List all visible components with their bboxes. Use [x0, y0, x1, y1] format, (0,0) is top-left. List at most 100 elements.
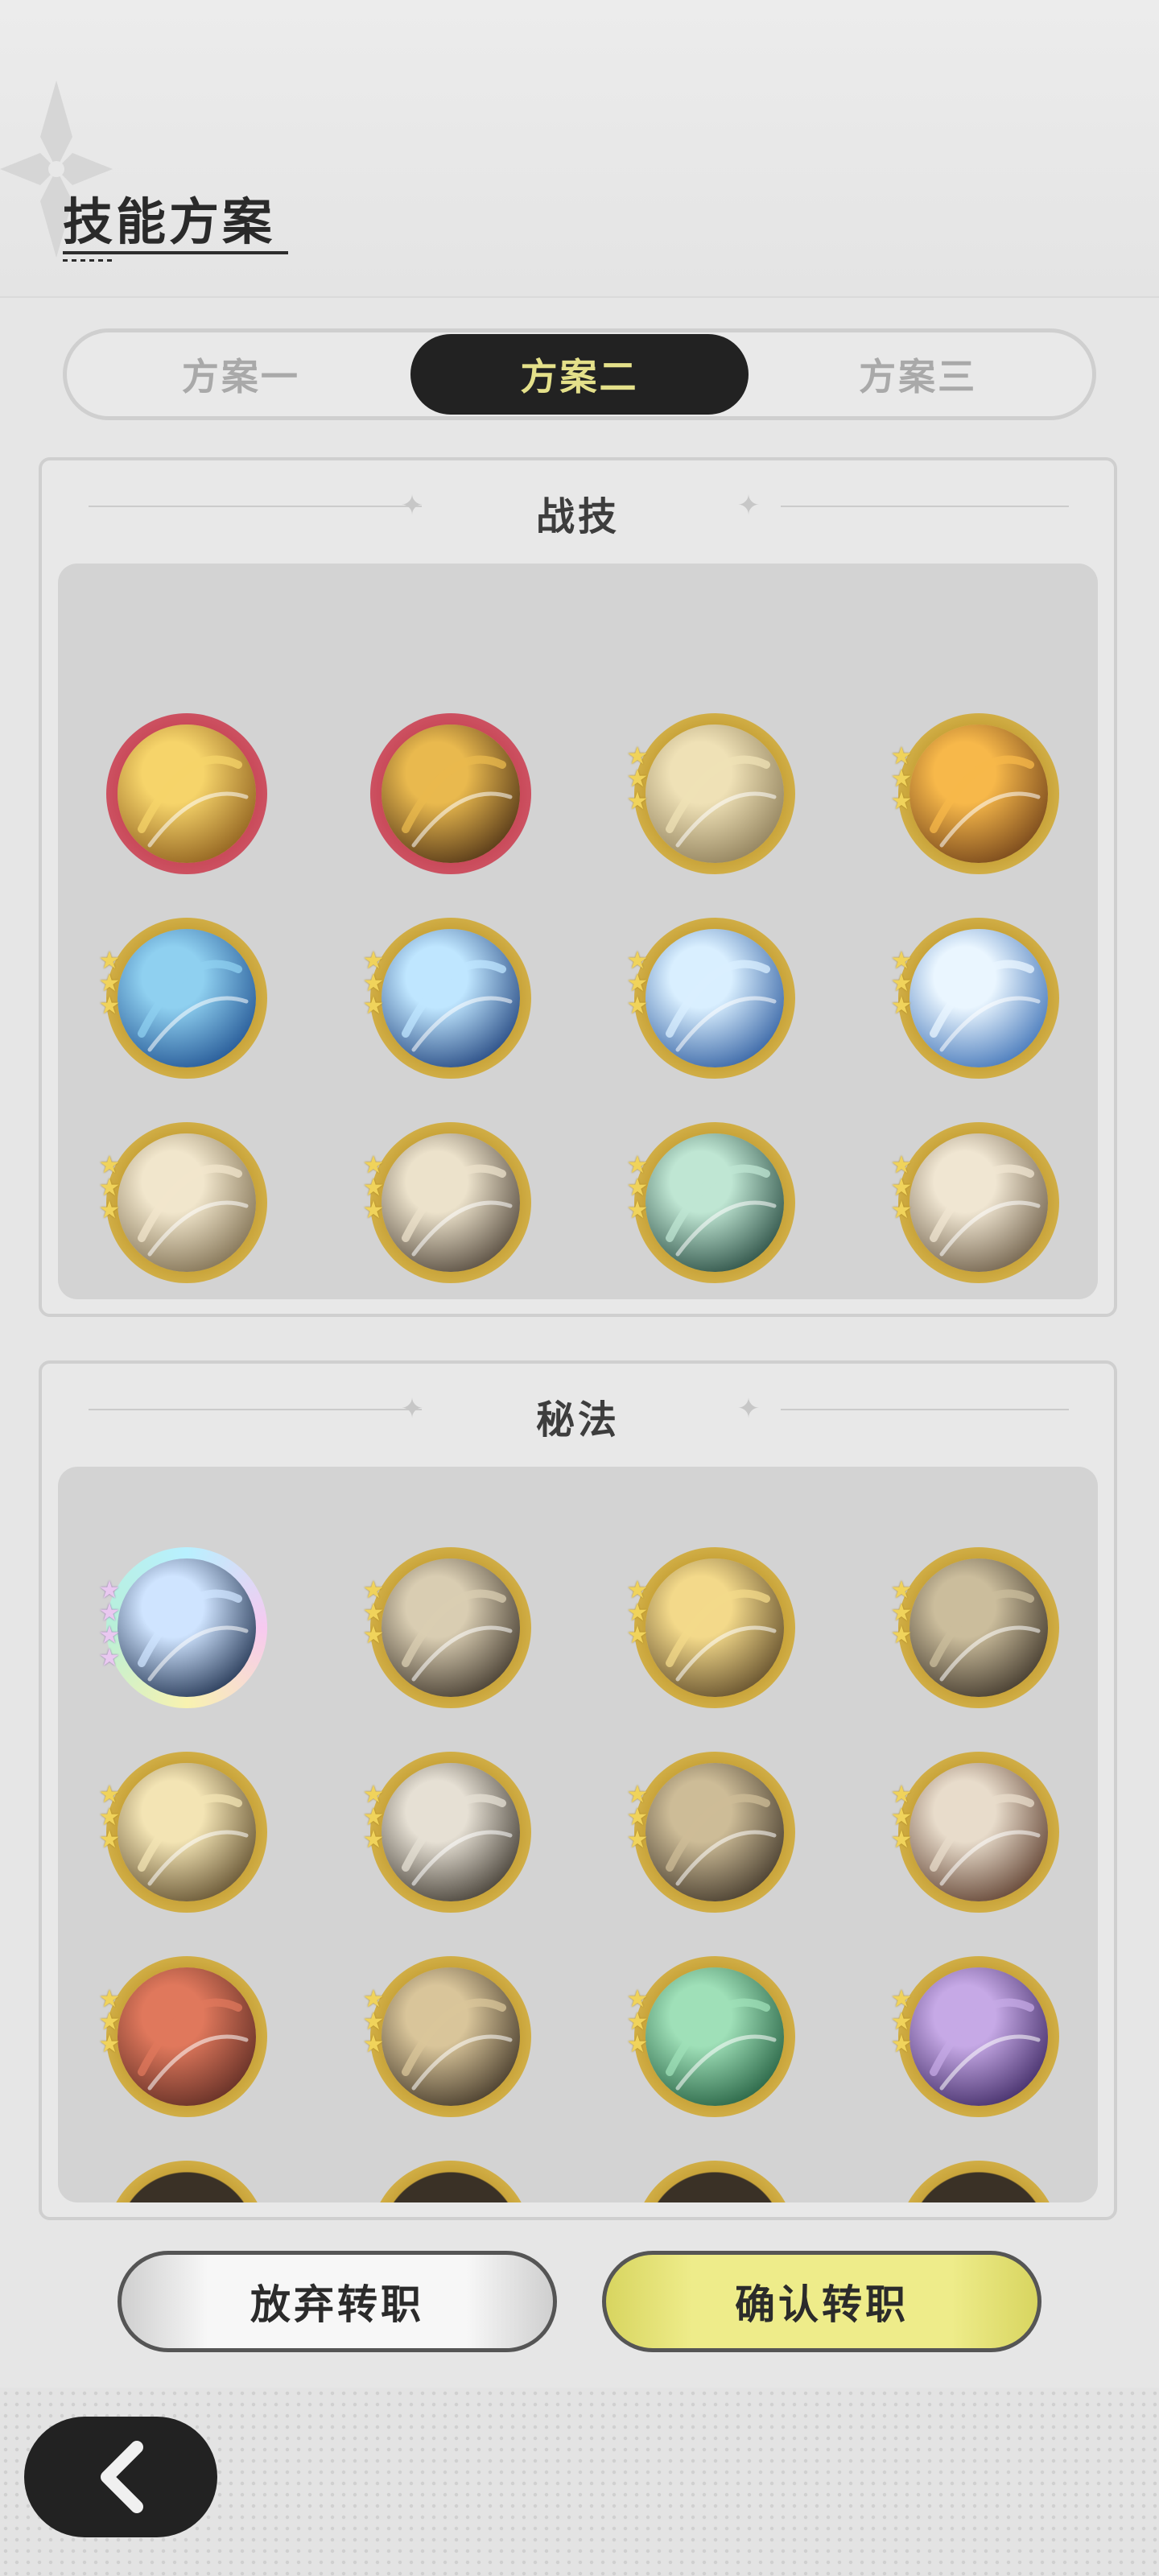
- star-icon: ★: [362, 2030, 385, 2058]
- panel-header: ✦ 战技 ✦: [42, 460, 1114, 559]
- lightning-crystal-icon[interactable]: ★ ★ ★ ★: [99, 1547, 267, 1708]
- secret-arts-grid[interactable]: ★ ★ ★ ★ ★ ★ ★ ★ ★ ★ ★ ★ ★ ★ ★ ★ ★ ★ ★ ★ ★ ★ ★ ★ ★ ★ ★ ★ ★: [58, 1467, 1098, 2202]
- skill-art: [909, 1133, 1048, 1272]
- skill-frame: [370, 2161, 531, 2202]
- tab-plan-two[interactable]: 方案二: [410, 334, 749, 415]
- combat-skills-panel: ✦ 战技 ✦ ★ ★ ★ ★ ★ ★ ★ ★ ★ ★ ★ ★ ★ ★ ★ ★ ★ ★: [39, 457, 1117, 1317]
- red-rune-stone-icon[interactable]: ★ ★ ★: [99, 1956, 267, 2117]
- star-icon: ★: [626, 1196, 649, 1224]
- title-underline: [63, 251, 288, 254]
- star-icon: ★: [890, 1826, 913, 1854]
- skill-art: [118, 929, 256, 1067]
- star-icon: ★: [362, 1621, 385, 1649]
- star-icon: ★: [98, 1826, 121, 1854]
- wind-slash-icon[interactable]: ★ ★ ★: [363, 1122, 531, 1283]
- page-title: 技能方案: [63, 192, 276, 251]
- star-rating: ★ ★ ★: [623, 1154, 652, 1224]
- frost-star-icon[interactable]: ★ ★ ★: [891, 918, 1059, 1079]
- ground-spikes-icon[interactable]: ★ ★ ★: [891, 1122, 1059, 1283]
- star-rating: ★ ★ ★: [359, 1579, 388, 1649]
- skill-art: [118, 1763, 256, 1901]
- secret-arts-panel: ✦ 秘法 ✦ ★ ★ ★ ★ ★ ★ ★ ★ ★ ★ ★ ★ ★ ★ ★ ★ ★ ★ ★ ★ ★ ★ ★: [39, 1360, 1117, 2220]
- dragon-skull-icon[interactable]: ★ ★ ★: [363, 1547, 531, 1708]
- golden-shield-icon[interactable]: ★ ★ ★: [99, 1752, 267, 1913]
- header: 技能方案: [0, 0, 1159, 298]
- skill-art: [645, 1763, 784, 1901]
- skill-art: [382, 1133, 520, 1272]
- star-rating: ★ ★ ★: [887, 949, 916, 1018]
- water-orb-icon[interactable]: ★ ★ ★: [363, 918, 531, 1079]
- armor-icon[interactable]: ★ ★ ★: [363, 1956, 531, 2117]
- blade-thrust-icon[interactable]: ★ ★ ★: [99, 1122, 267, 1283]
- star-rating: ★ ★ ★: [359, 1988, 388, 2058]
- jade-wind-icon[interactable]: ★ ★ ★: [627, 1122, 795, 1283]
- crystal-shard-icon[interactable]: ★ ★ ★: [363, 1752, 531, 1913]
- skill-art: [382, 724, 520, 863]
- tab-plan-one[interactable]: 方案一: [72, 334, 410, 415]
- abandon-class-change-button[interactable]: 放弃转职: [118, 2251, 557, 2352]
- star-icon: ★: [626, 787, 649, 815]
- star-rating: ★ ★ ★: [623, 745, 652, 815]
- star-rating: ★ ★ ★: [359, 1154, 388, 1224]
- star-icon: ★: [626, 992, 649, 1020]
- skill-art: [909, 1558, 1048, 1697]
- divider-line: [781, 1409, 1069, 1410]
- combat-skills-grid[interactable]: ★ ★ ★ ★ ★ ★ ★ ★ ★ ★ ★ ★ ★ ★ ★ ★ ★ ★ ★ ★ ★ ★ ★ ★ ★ ★ ★ ★ ★: [58, 564, 1098, 1299]
- star-icon: ★: [890, 787, 913, 815]
- star-rating: ★ ★ ★: [887, 1154, 916, 1223]
- star-rating: ★ ★ ★: [623, 949, 652, 1020]
- skill-slot-partial[interactable]: [898, 2161, 1059, 2202]
- star-icon: ★: [362, 992, 385, 1020]
- star-icon: ★: [890, 1621, 913, 1649]
- star-icon: ★: [98, 1196, 121, 1224]
- sparkle-icon: ✦: [736, 1393, 761, 1425]
- star-rating: ★ ★ ★: [623, 1783, 652, 1854]
- back-button[interactable]: [24, 2417, 217, 2537]
- heal-heart-icon[interactable]: ★ ★ ★: [627, 1956, 795, 2117]
- star-rating: ★ ★ ★: [887, 1988, 916, 2058]
- fire-strike-icon[interactable]: ★ ★ ★: [891, 713, 1059, 874]
- sand-swirl-icon[interactable]: ★ ★ ★: [627, 713, 795, 874]
- skill-art: [645, 1133, 784, 1272]
- star-rating: ★ ★ ★: [95, 1154, 124, 1224]
- star-icon: ★: [362, 1826, 385, 1854]
- ice-burst-icon[interactable]: ★ ★ ★: [627, 918, 795, 1079]
- skill-art: [909, 724, 1048, 863]
- tab-plan-three[interactable]: 方案三: [749, 334, 1087, 415]
- title-dots: [63, 259, 114, 262]
- star-icon: ★: [626, 1826, 649, 1854]
- runic-ring-icon[interactable]: ★ ★ ★: [627, 1547, 795, 1708]
- star-icon: ★: [98, 1644, 121, 1672]
- skill-art: [645, 929, 784, 1067]
- panel-title-combat: 战技: [535, 494, 620, 539]
- twin-blades-icon[interactable]: ★ ★ ★: [627, 1752, 795, 1913]
- water-wave-icon[interactable]: ★ ★ ★: [99, 918, 267, 1079]
- skill-frame: [898, 2161, 1059, 2202]
- shadow-wolf-icon[interactable]: ★ ★ ★: [891, 1956, 1059, 2117]
- skill-art: [118, 724, 256, 863]
- divider-line: [781, 506, 1069, 507]
- star-rating: ★ ★ ★: [359, 1783, 388, 1854]
- skill-art: [645, 1967, 784, 2106]
- skill-art: [382, 1967, 520, 2106]
- skill-slot-partial[interactable]: [370, 2161, 531, 2202]
- star-icon: ★: [98, 992, 121, 1020]
- skill-art: [909, 1763, 1048, 1901]
- star-rating: ★ ★ ★: [359, 949, 388, 1020]
- skill-art: [118, 1558, 256, 1697]
- skill-slot-partial[interactable]: [634, 2161, 795, 2202]
- star-icon: ★: [362, 1196, 385, 1224]
- skill-art: [909, 929, 1048, 1067]
- confirm-class-change-button[interactable]: 确认转职: [602, 2251, 1041, 2352]
- star-rating: ★ ★ ★ ★: [95, 1579, 124, 1670]
- skill-slot-partial[interactable]: [106, 2161, 267, 2202]
- star-rating: ★ ★ ★: [95, 949, 124, 1020]
- star-icon: ★: [890, 2030, 913, 2058]
- golden-crescent-slash-icon[interactable]: [106, 713, 267, 874]
- sparkle-icon: ✦: [736, 489, 761, 522]
- skill-art: [118, 1967, 256, 2106]
- cracked-heart-icon[interactable]: ★ ★ ★: [891, 1547, 1059, 1708]
- golden-sword-rain-icon[interactable]: [370, 713, 531, 874]
- skill-art: [382, 1763, 520, 1901]
- heart-shield-icon[interactable]: ★ ★ ★: [891, 1752, 1059, 1913]
